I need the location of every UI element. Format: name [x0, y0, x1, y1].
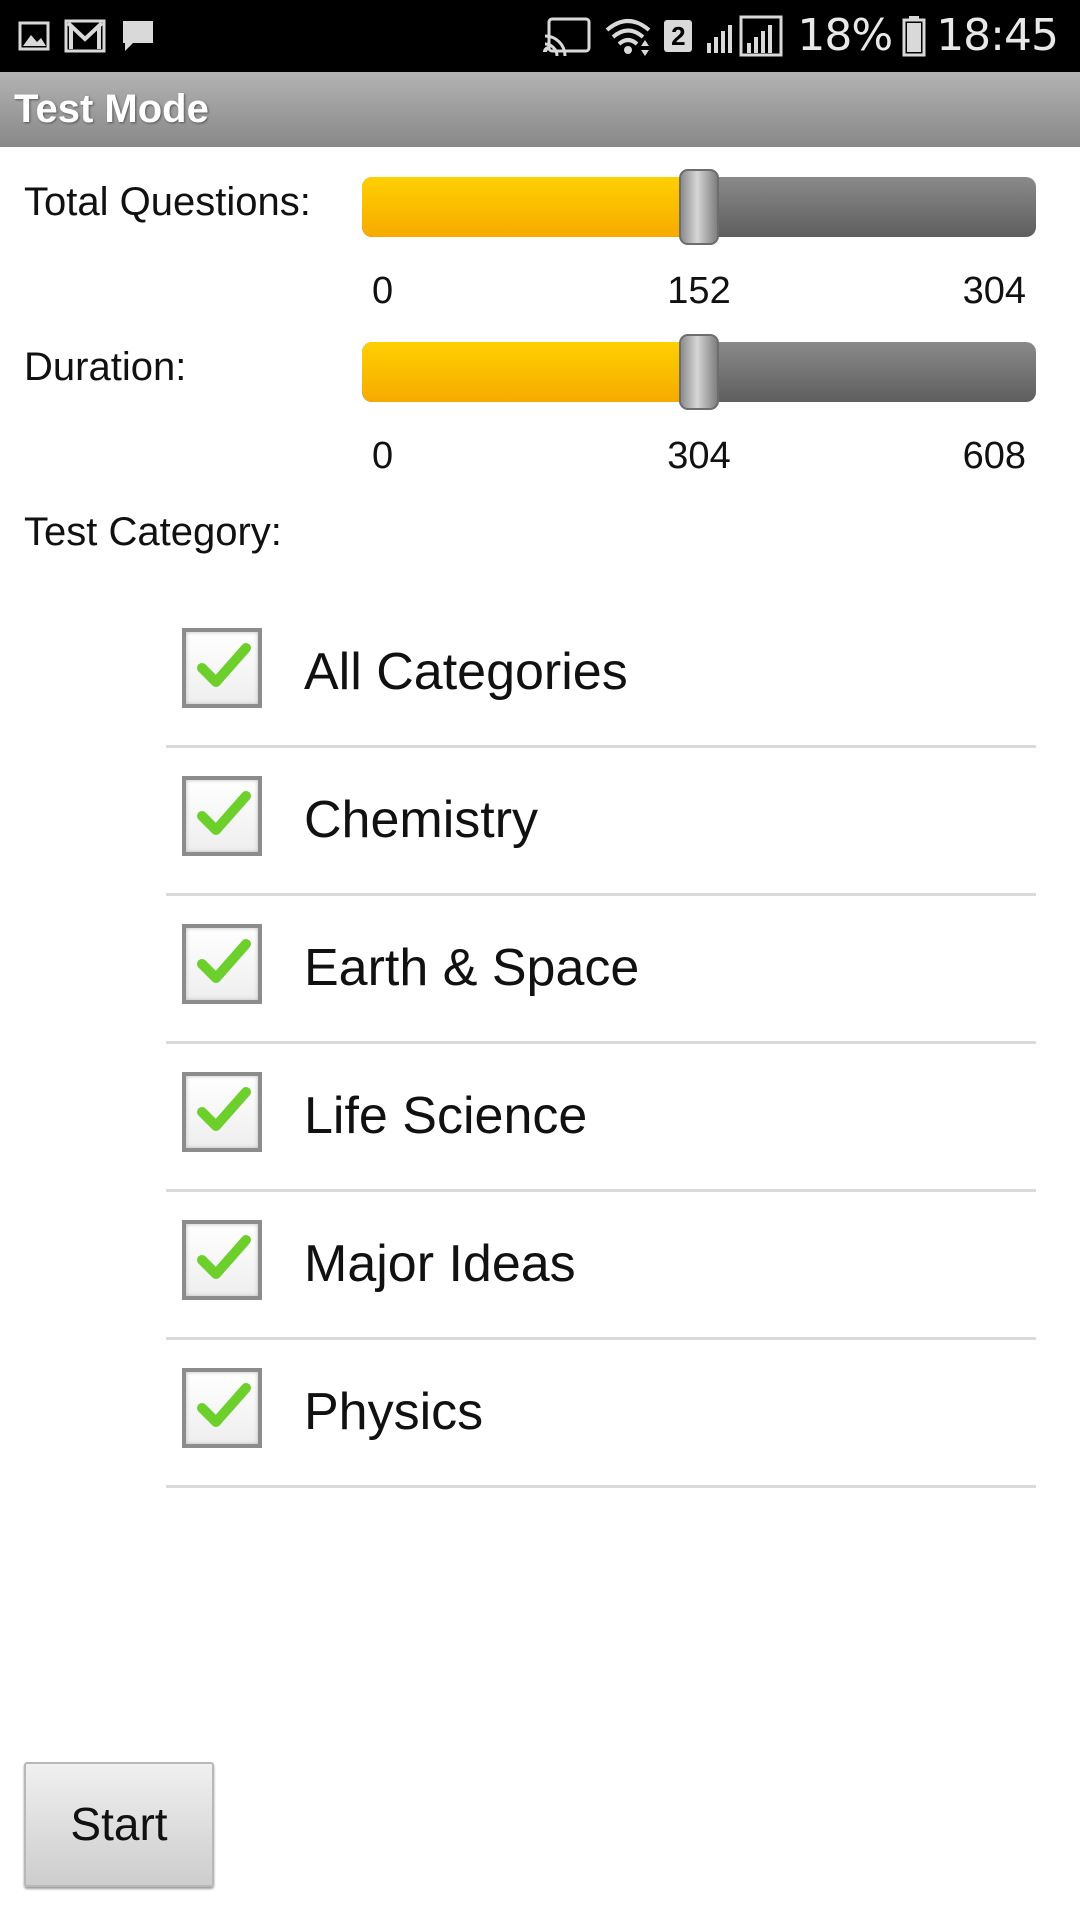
- title-bar: Test Mode: [0, 72, 1080, 147]
- total-questions-label: Total Questions:: [24, 180, 311, 224]
- checkbox[interactable]: [182, 1220, 262, 1300]
- checkbox[interactable]: [182, 628, 262, 708]
- battery-icon: [902, 15, 926, 57]
- total-questions-slider[interactable]: [362, 169, 1036, 245]
- category-label: Physics: [304, 1383, 484, 1441]
- checkmark-icon: [197, 939, 251, 983]
- category-label: Chemistry: [304, 791, 539, 849]
- category-list: All Categories Chemistry Earth & Space L…: [166, 600, 1036, 1488]
- category-label: Earth & Space: [304, 939, 640, 997]
- slider-fill: [362, 177, 699, 237]
- message-icon: [120, 18, 156, 54]
- checkbox[interactable]: [182, 924, 262, 1004]
- category-item-chemistry[interactable]: Chemistry: [166, 748, 1036, 896]
- scale-mid: 304: [667, 435, 731, 477]
- checkbox[interactable]: [182, 776, 262, 856]
- category-label: All Categories: [304, 643, 628, 701]
- status-bar-system: 2 18% 18:45: [543, 10, 1059, 62]
- checkbox[interactable]: [182, 1072, 262, 1152]
- checkmark-icon: [197, 1235, 251, 1279]
- total-questions-scale: 0 152 304: [362, 267, 1036, 315]
- image-icon: [18, 21, 50, 51]
- duration-scale: 0 304 608: [362, 432, 1036, 480]
- wifi-icon: [603, 16, 653, 56]
- duration-slider[interactable]: [362, 334, 1036, 410]
- sim-number: 2: [671, 21, 686, 51]
- gmail-icon: [64, 19, 106, 53]
- slider-thumb[interactable]: [679, 169, 719, 245]
- category-label: Life Science: [304, 1087, 588, 1145]
- page-title: Test Mode: [14, 87, 209, 131]
- status-bar-notifications: [18, 14, 156, 58]
- slider-thumb[interactable]: [679, 334, 719, 410]
- clock: 18:45: [936, 10, 1059, 61]
- battery-percent: 18%: [797, 10, 893, 61]
- signal-icon: [703, 15, 787, 57]
- duration-label: Duration:: [24, 345, 187, 389]
- category-item-life-science[interactable]: Life Science: [166, 1044, 1036, 1192]
- category-item-earth-space[interactable]: Earth & Space: [166, 896, 1036, 1044]
- status-bar: 2 18% 18:45: [0, 0, 1080, 72]
- checkbox[interactable]: [182, 1368, 262, 1448]
- scale-mid: 152: [667, 270, 731, 312]
- checkmark-icon: [197, 1383, 251, 1427]
- cast-icon: [543, 16, 593, 56]
- category-item-major-ideas[interactable]: Major Ideas: [166, 1192, 1036, 1340]
- category-label: Major Ideas: [304, 1235, 576, 1293]
- checkmark-icon: [197, 1087, 251, 1131]
- test-category-label: Test Category:: [24, 510, 282, 554]
- scale-max: 608: [962, 435, 1026, 477]
- checkmark-icon: [197, 643, 251, 687]
- category-item-all-categories[interactable]: All Categories: [166, 600, 1036, 748]
- sim-badge-icon: 2: [663, 19, 693, 53]
- slider-fill: [362, 342, 699, 402]
- checkmark-icon: [197, 791, 251, 835]
- category-item-physics[interactable]: Physics: [166, 1340, 1036, 1488]
- scale-max: 304: [962, 270, 1026, 312]
- start-button[interactable]: Start: [24, 1762, 214, 1887]
